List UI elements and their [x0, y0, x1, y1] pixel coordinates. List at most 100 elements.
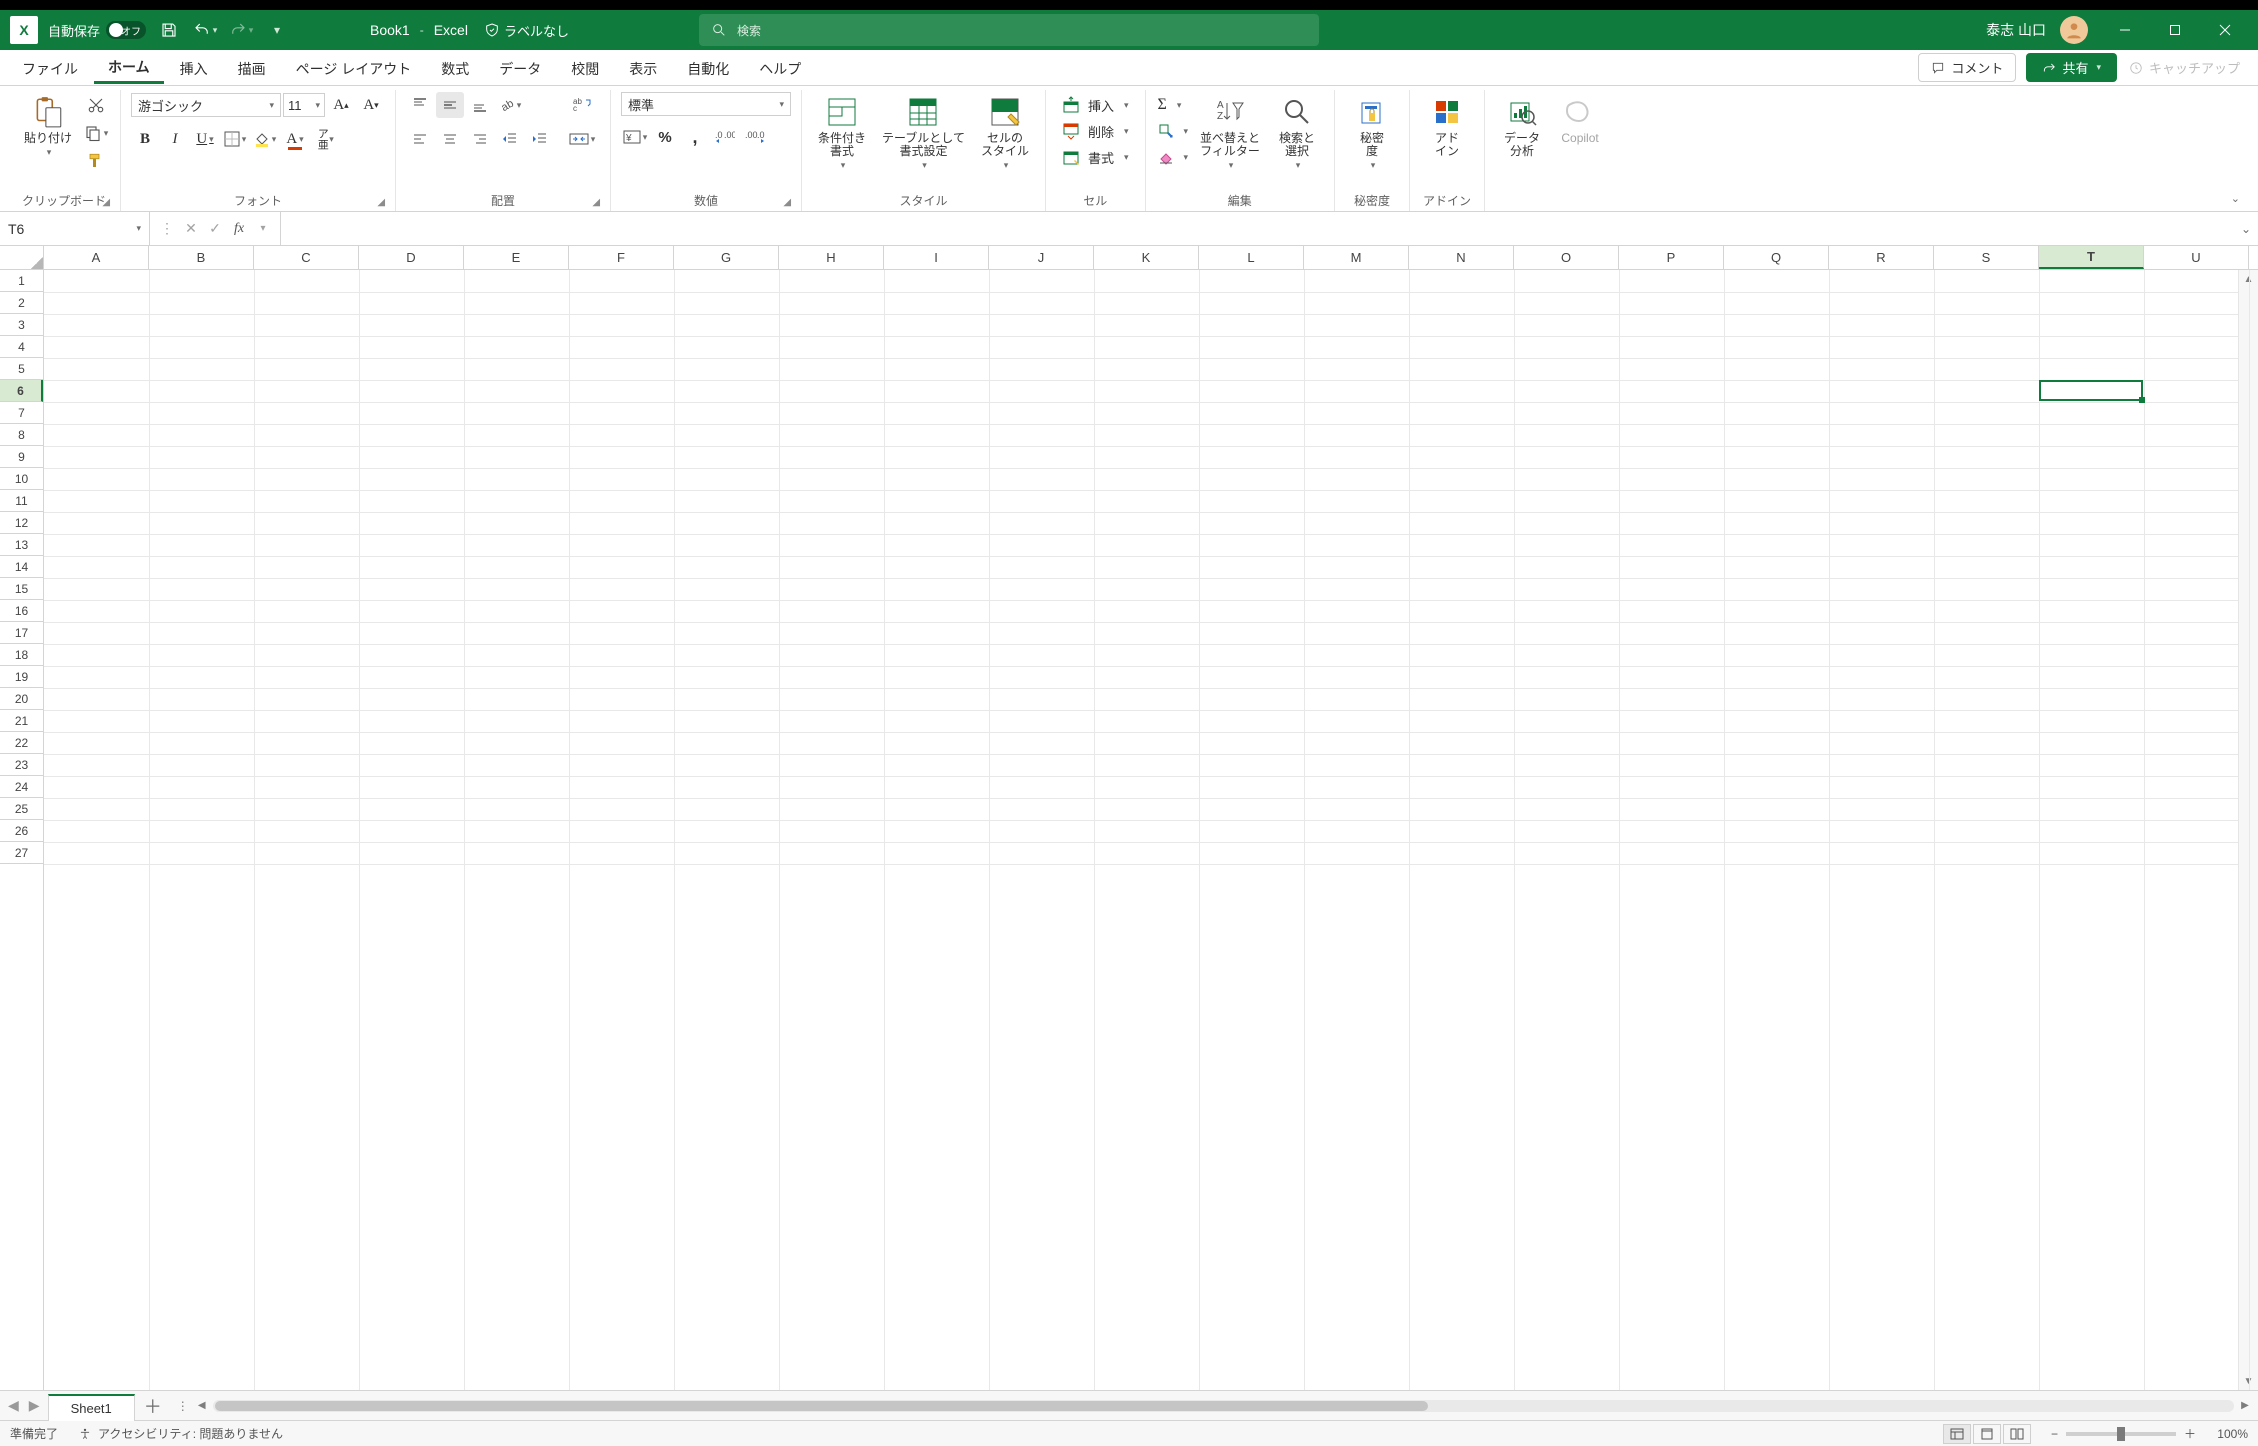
undo-icon[interactable]: ▾	[192, 17, 218, 43]
page-break-view-icon[interactable]	[2003, 1424, 2031, 1444]
share-button[interactable]: 共有 ▾	[2026, 53, 2117, 82]
maximize-button[interactable]	[2152, 15, 2198, 45]
next-sheet-icon[interactable]: ▶	[29, 1397, 40, 1414]
row-header-11[interactable]: 11	[0, 490, 43, 512]
search-box[interactable]: 検索	[699, 14, 1319, 46]
tab-review[interactable]: 校閲	[557, 53, 613, 83]
tab-automate[interactable]: 自動化	[673, 53, 743, 83]
comma-format-icon[interactable]: ,	[681, 124, 709, 150]
col-header-E[interactable]: E	[464, 246, 569, 269]
row-header-17[interactable]: 17	[0, 622, 43, 644]
autosum-button[interactable]: Σ▾	[1156, 92, 1191, 118]
col-header-K[interactable]: K	[1094, 246, 1199, 269]
merge-cells-icon[interactable]: ▾	[564, 126, 600, 152]
wrap-text-icon[interactable]: abc	[564, 92, 600, 118]
font-name-select[interactable]: 游ゴシック▾	[131, 93, 281, 117]
italic-button[interactable]: I	[161, 126, 189, 152]
col-header-T[interactable]: T	[2039, 246, 2144, 269]
fb-more-icon[interactable]: ⋮	[156, 218, 178, 240]
comments-button[interactable]: コメント	[1918, 53, 2016, 82]
fb-dropdown-icon[interactable]: ▾	[252, 218, 274, 240]
clear-button[interactable]: ▾	[1156, 144, 1191, 170]
cell-styles-button[interactable]: セルの スタイル▾	[975, 92, 1035, 173]
col-header-S[interactable]: S	[1934, 246, 2039, 269]
col-header-J[interactable]: J	[989, 246, 1094, 269]
col-header-O[interactable]: O	[1514, 246, 1619, 269]
insert-cells-button[interactable]: 挿入▾	[1056, 92, 1135, 118]
cut-icon[interactable]	[82, 92, 110, 118]
row-header-12[interactable]: 12	[0, 512, 43, 534]
col-header-P[interactable]: P	[1619, 246, 1724, 269]
paste-button[interactable]: 貼り付け▾	[18, 92, 78, 160]
row-header-3[interactable]: 3	[0, 314, 43, 336]
col-header-F[interactable]: F	[569, 246, 674, 269]
tab-data[interactable]: データ	[485, 53, 555, 83]
col-header-I[interactable]: I	[884, 246, 989, 269]
minimize-button[interactable]	[2102, 15, 2148, 45]
fill-color-icon[interactable]: ▾	[251, 126, 279, 152]
row-header-13[interactable]: 13	[0, 534, 43, 556]
collapse-ribbon-icon[interactable]: ⌄	[2231, 192, 2240, 205]
close-button[interactable]	[2202, 15, 2248, 45]
row-header-25[interactable]: 25	[0, 798, 43, 820]
tab-home[interactable]: ホーム	[94, 51, 164, 84]
zoom-level[interactable]: 100%	[2204, 1427, 2248, 1441]
row-header-10[interactable]: 10	[0, 468, 43, 490]
format-painter-icon[interactable]	[82, 148, 110, 174]
sheet-tab-scroll-options-icon[interactable]: ⋮	[175, 1399, 191, 1413]
alignment-launcher-icon[interactable]: ◢	[592, 197, 600, 208]
prev-sheet-icon[interactable]: ◀	[8, 1397, 19, 1414]
row-header-24[interactable]: 24	[0, 776, 43, 798]
sensitivity-button[interactable]: 秘密 度▾	[1345, 92, 1399, 173]
row-header-9[interactable]: 9	[0, 446, 43, 468]
font-size-select[interactable]: 11▾	[283, 93, 325, 117]
qat-customize-icon[interactable]: ▾	[264, 17, 290, 43]
tab-help[interactable]: ヘルプ	[745, 53, 815, 83]
insert-function-icon[interactable]: fx	[228, 218, 250, 240]
increase-font-icon[interactable]: A▴	[327, 92, 355, 118]
col-header-A[interactable]: A	[44, 246, 149, 269]
col-header-R[interactable]: R	[1829, 246, 1934, 269]
col-header-B[interactable]: B	[149, 246, 254, 269]
percent-format-icon[interactable]: %	[651, 124, 679, 150]
row-header-26[interactable]: 26	[0, 820, 43, 842]
row-header-16[interactable]: 16	[0, 600, 43, 622]
conditional-format-button[interactable]: 条件付き 書式▾	[812, 92, 872, 173]
row-header-15[interactable]: 15	[0, 578, 43, 600]
phonetic-icon[interactable]: ア亜▾	[311, 126, 339, 152]
zoom-slider[interactable]	[2066, 1432, 2176, 1436]
row-header-19[interactable]: 19	[0, 666, 43, 688]
col-header-U[interactable]: U	[2144, 246, 2249, 269]
fill-button[interactable]: ▾	[1156, 118, 1191, 144]
align-top-icon[interactable]	[406, 92, 434, 118]
row-header-6[interactable]: 6	[0, 380, 43, 402]
row-header-22[interactable]: 22	[0, 732, 43, 754]
underline-button[interactable]: U▾	[191, 126, 219, 152]
row-header-23[interactable]: 23	[0, 754, 43, 776]
tab-formulas[interactable]: 数式	[427, 53, 483, 83]
vertical-scrollbar[interactable]	[2239, 288, 2258, 1372]
add-sheet-icon[interactable]: ＋	[135, 1391, 171, 1420]
row-header-8[interactable]: 8	[0, 424, 43, 446]
delete-cells-button[interactable]: 削除▾	[1056, 118, 1135, 144]
tab-page-layout[interactable]: ページ レイアウト	[282, 53, 426, 83]
align-bottom-icon[interactable]	[466, 92, 494, 118]
font-launcher-icon[interactable]: ◢	[377, 197, 385, 208]
addins-button[interactable]: アド イン	[1420, 92, 1474, 160]
name-box[interactable]: T6 ▾	[0, 212, 150, 245]
decrease-decimal-icon[interactable]: .00.0	[741, 124, 769, 150]
number-launcher-icon[interactable]: ◢	[783, 197, 791, 208]
horizontal-scrollbar[interactable]	[213, 1400, 2234, 1412]
avatar[interactable]	[2060, 16, 2088, 44]
find-select-button[interactable]: 検索と 選択▾	[1270, 92, 1324, 173]
zoom-out-icon[interactable]: −	[2051, 1427, 2058, 1441]
increase-decimal-icon[interactable]: .0.00	[711, 124, 739, 150]
align-center-icon[interactable]	[436, 126, 464, 152]
decrease-indent-icon[interactable]	[496, 126, 524, 152]
row-header-14[interactable]: 14	[0, 556, 43, 578]
format-cells-button[interactable]: 書式▾	[1056, 144, 1135, 170]
accounting-format-icon[interactable]: ¥▾	[621, 124, 649, 150]
selected-cell[interactable]	[2039, 380, 2143, 401]
expand-formula-bar-icon[interactable]: ⌄	[2234, 212, 2258, 245]
col-header-H[interactable]: H	[779, 246, 884, 269]
